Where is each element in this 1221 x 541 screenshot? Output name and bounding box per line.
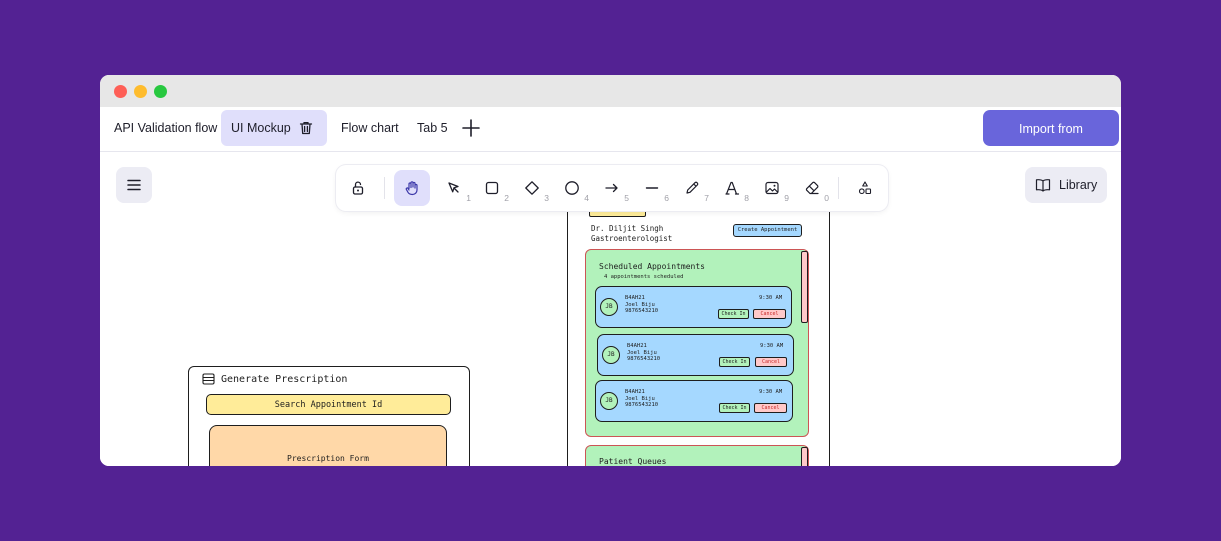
- shortcut-key: 2: [504, 193, 509, 203]
- tab-label: UI Mockup: [231, 121, 291, 135]
- ellipse-tool-button[interactable]: 4: [554, 170, 590, 206]
- prescription-title: Generate Prescription: [221, 374, 348, 385]
- shortcut-key: 8: [744, 193, 749, 203]
- tab-flow-chart[interactable]: Flow chart: [331, 110, 409, 146]
- scrollbar-thumb[interactable]: [801, 251, 808, 323]
- text-tool-button[interactable]: 8: [714, 170, 750, 206]
- tab-ui-mockup[interactable]: UI Mockup: [221, 110, 327, 146]
- drawing-canvas[interactable]: Generate Prescription Search Appointment…: [100, 152, 1121, 466]
- close-window-button[interactable]: [114, 85, 127, 98]
- appointment-time: 9:30 AM: [759, 295, 783, 301]
- doctor-name: Dr. Diljit Singh: [591, 224, 664, 233]
- trash-icon[interactable]: [298, 120, 314, 136]
- shortcut-key: 1: [466, 193, 471, 203]
- patient-queues-title: Patient Queues: [599, 457, 667, 466]
- image-icon: [765, 181, 779, 195]
- check-in-label: Check In: [722, 405, 747, 411]
- text-icon: [725, 181, 740, 195]
- scrollbar-thumb[interactable]: [801, 447, 808, 466]
- shapes-icon: [858, 181, 872, 195]
- app-window: API Validation flow UI Mockup Flow chart…: [100, 75, 1121, 466]
- cancel-label: Cancel: [761, 359, 781, 365]
- shortcut-key: 6: [664, 193, 669, 203]
- cancel-label: Cancel: [760, 311, 779, 317]
- tool-toolbar: 1 2 3 4 5 6 7 8 9 0: [336, 165, 888, 211]
- check-in-label: Check In: [722, 359, 747, 365]
- search-appointment-label: Search Appointment Id: [274, 400, 383, 410]
- main-menu-button[interactable]: [116, 167, 152, 203]
- toolbar-separator: [838, 177, 839, 199]
- avatar-initials: JB: [607, 351, 615, 358]
- prescription-form-label: Prescription Form: [287, 454, 369, 463]
- doctor-specialty: Gastroenterologist: [591, 234, 673, 243]
- line-tool-button[interactable]: 6: [634, 170, 670, 206]
- patient-phone: 9876543210: [625, 402, 659, 408]
- appointment-time: 9:30 AM: [759, 389, 783, 395]
- minimize-window-button[interactable]: [134, 85, 147, 98]
- shortcut-key: 7: [704, 193, 709, 203]
- rectangle-tool-button[interactable]: 2: [474, 170, 510, 206]
- lock-tool-button[interactable]: [340, 170, 376, 206]
- eraser-icon: [805, 181, 819, 195]
- hand-icon: [405, 181, 418, 196]
- shortcut-key: 9: [784, 193, 789, 203]
- tab-tab-5[interactable]: Tab 5: [407, 110, 458, 146]
- avatar-initials: JB: [605, 303, 613, 310]
- pointer-icon: [448, 182, 459, 193]
- hand-tool-button[interactable]: [394, 170, 430, 206]
- appointment-time: 9:30 AM: [760, 343, 784, 349]
- eraser-tool-button[interactable]: 0: [794, 170, 830, 206]
- shortcut-key: 4: [584, 193, 589, 203]
- diamond-tool-button[interactable]: 3: [514, 170, 550, 206]
- pencil-icon: [686, 181, 699, 194]
- rectangle-icon: [485, 181, 499, 195]
- scheduled-title: Scheduled Appointments: [599, 262, 705, 271]
- lock-open-icon: [352, 181, 364, 195]
- calendar-icon: [202, 373, 215, 385]
- selection-tool-button[interactable]: 1: [436, 170, 472, 206]
- maximize-window-button[interactable]: [154, 85, 167, 98]
- import-from-excalidraw-button[interactable]: Import from Excalidraw: [983, 110, 1119, 172]
- shortcut-key: 0: [824, 193, 829, 203]
- patient-phone: 9876543210: [627, 356, 661, 362]
- tab-api-validation-flow[interactable]: API Validation flow: [104, 110, 227, 146]
- add-tab-icon[interactable]: [460, 117, 482, 139]
- patient-phone: 9876543210: [625, 308, 659, 314]
- arrow-icon: [605, 183, 618, 193]
- toolbar-separator: [384, 177, 385, 199]
- avatar-initials: JB: [605, 397, 613, 404]
- tab-bar: API Validation flow UI Mockup Flow chart…: [100, 107, 1121, 172]
- tab-label: API Validation flow: [114, 121, 218, 135]
- ellipse-icon: [565, 181, 579, 195]
- draw-tool-button[interactable]: 7: [674, 170, 710, 206]
- check-in-label: Check In: [721, 311, 746, 317]
- tab-label: Flow chart: [341, 121, 399, 135]
- scheduled-subtitle: 4 appointments scheduled: [604, 274, 684, 280]
- cancel-label: Cancel: [761, 405, 780, 411]
- image-tool-button[interactable]: 9: [754, 170, 790, 206]
- more-shapes-button[interactable]: [847, 170, 883, 206]
- title-bar: [100, 75, 1121, 107]
- arrow-tool-button[interactable]: 5: [594, 170, 630, 206]
- book-icon: [1035, 179, 1051, 192]
- diamond-icon: [525, 181, 539, 195]
- create-appointment-label: Create Appointment: [737, 227, 798, 233]
- library-button[interactable]: Library: [1025, 167, 1107, 203]
- shortcut-key: 3: [544, 193, 549, 203]
- hamburger-menu-icon: [127, 179, 141, 191]
- line-icon: [645, 187, 659, 189]
- library-label: Library: [1059, 178, 1098, 192]
- shortcut-key: 5: [624, 193, 629, 203]
- tab-label: Tab 5: [417, 121, 448, 135]
